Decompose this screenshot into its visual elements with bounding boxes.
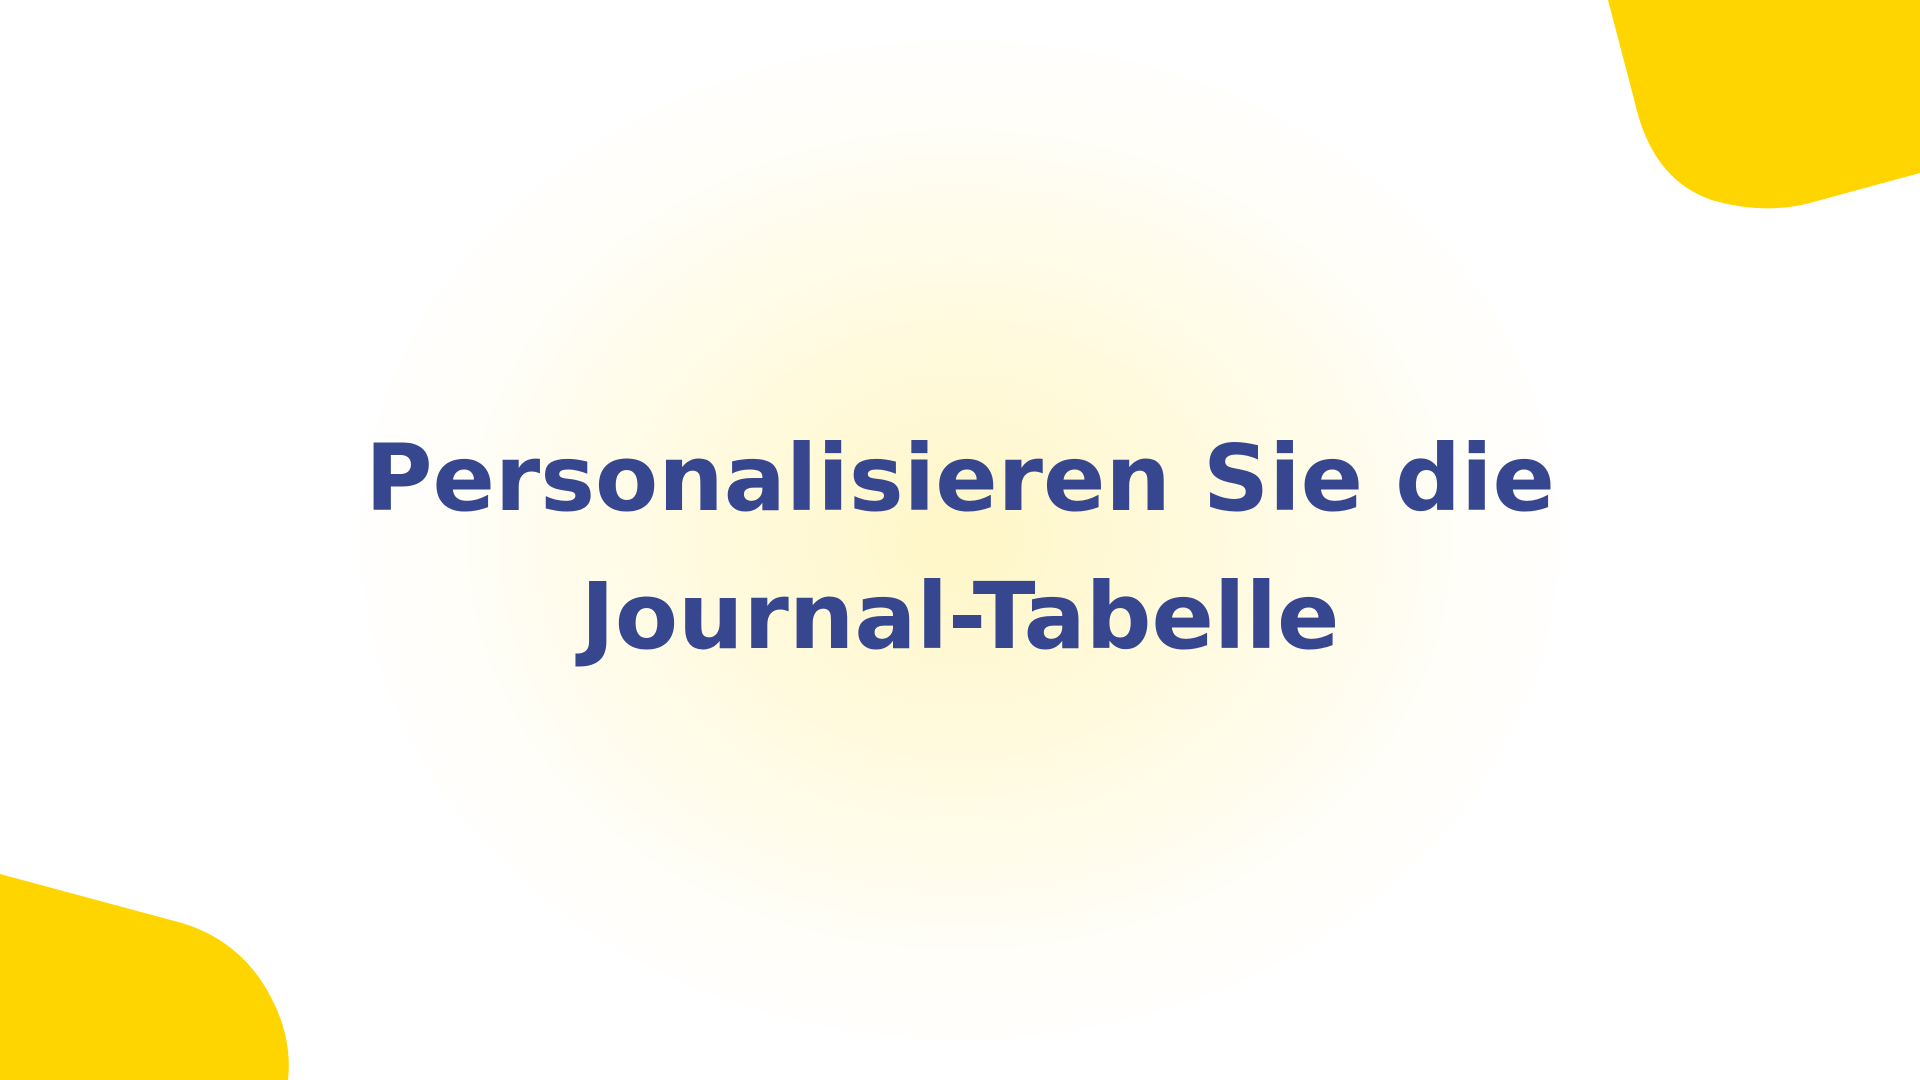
slide-title: Personalisieren Sie die Journal-Tabelle	[365, 425, 1555, 670]
slide: Personalisieren Sie die Journal-Tabelle	[0, 0, 1920, 1080]
